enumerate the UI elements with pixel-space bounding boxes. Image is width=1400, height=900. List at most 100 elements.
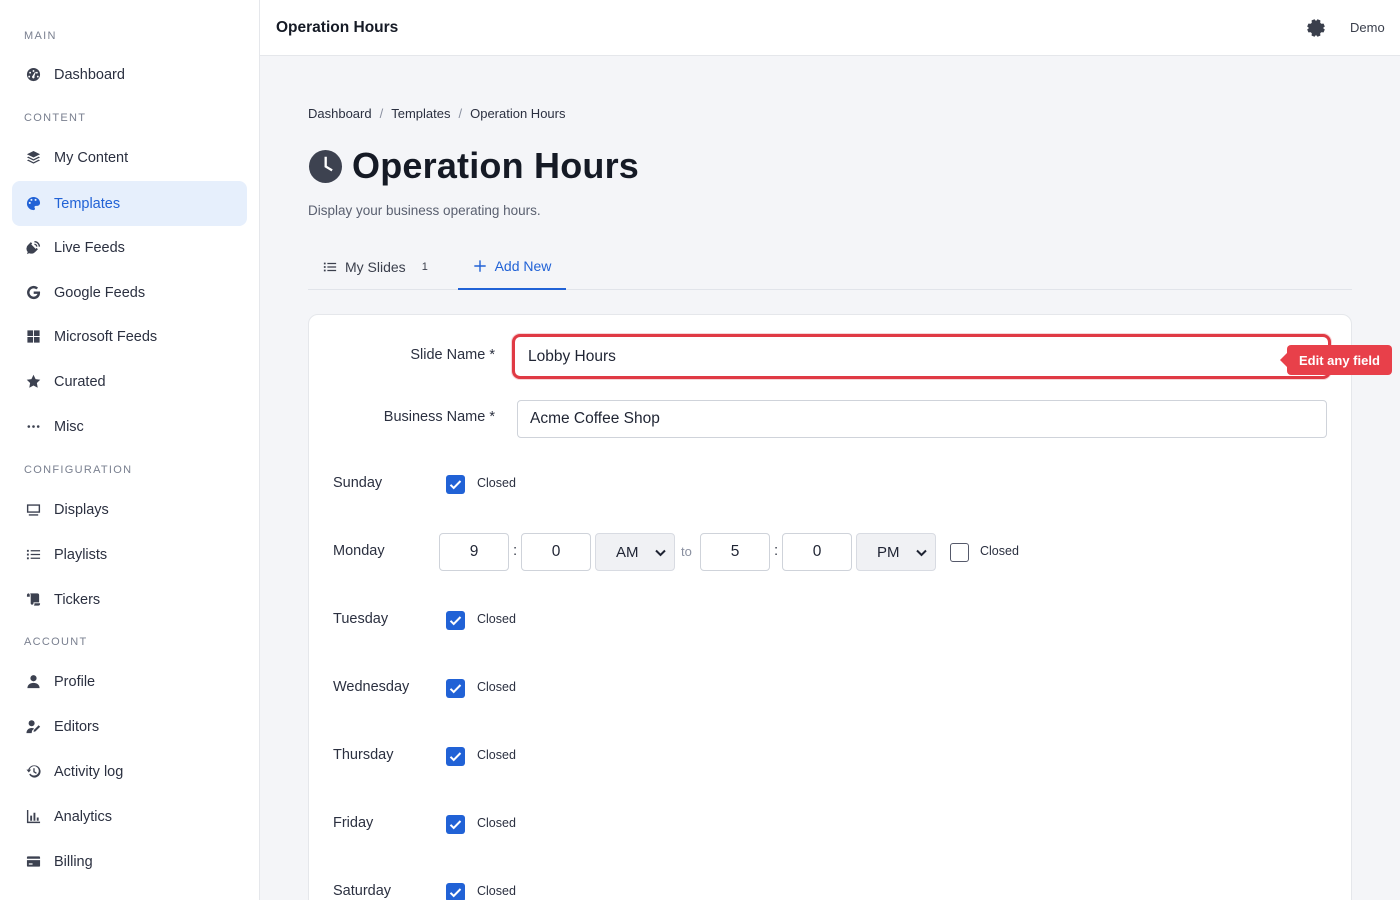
monitor-icon	[24, 501, 42, 519]
wednesday-closed-checkbox[interactable]	[446, 679, 465, 698]
sidebar-item-label: Dashboard	[54, 66, 125, 83]
closed-label: Closed	[477, 476, 516, 490]
dashboard-gauge-icon	[24, 66, 42, 84]
day-label-thursday: Thursday	[333, 747, 394, 763]
sidebar-item-label: Analytics	[54, 808, 113, 825]
sidebar-item-label: Templates	[54, 195, 121, 212]
edit-field-tooltip: Edit any field	[1280, 345, 1392, 375]
sidebar-section-main: MAIN	[24, 30, 57, 42]
sidebar-item-live-feeds[interactable]: Live Feeds	[12, 225, 247, 270]
closed-label: Closed	[980, 544, 1019, 558]
slide-name-input[interactable]	[512, 334, 1331, 379]
sidebar-item-label: Misc	[54, 418, 84, 435]
select-value: PM	[877, 543, 900, 561]
sidebar-item-misc[interactable]: Misc	[12, 404, 247, 449]
star-icon	[24, 373, 42, 391]
monday-closed-checkbox[interactable]	[950, 543, 969, 562]
list-icon	[323, 262, 337, 271]
sidebar-item-templates[interactable]: Templates	[12, 181, 247, 226]
saturday-closed-checkbox[interactable]	[446, 883, 465, 900]
user-edit-icon	[24, 718, 42, 736]
scroll-icon	[24, 591, 42, 609]
sidebar: MAIN Dashboard CONTENT My Content Templa…	[0, 0, 260, 900]
day-label-sunday: Sunday	[333, 475, 383, 491]
gear-icon[interactable]	[1306, 18, 1326, 38]
business-name-input[interactable]	[517, 400, 1327, 438]
day-label-saturday: Saturday	[333, 883, 392, 899]
sidebar-item-my-content[interactable]: My Content	[12, 135, 247, 180]
sidebar-item-label: Editors	[54, 718, 100, 735]
slides-count-badge: 1	[421, 260, 428, 273]
top-bar: Operation Hours Demo	[260, 0, 1400, 56]
closed-label: Closed	[477, 816, 516, 830]
credit-card-icon	[24, 853, 42, 871]
breadcrumb-templates[interactable]: Templates	[391, 106, 450, 121]
sidebar-item-playlists[interactable]: Playlists	[12, 532, 247, 577]
sidebar-item-google-feeds[interactable]: Google Feeds	[12, 270, 247, 315]
page-subtitle: Display your business operating hours.	[308, 203, 541, 218]
monday-close-period-select[interactable]: PM	[856, 533, 936, 571]
closed-label: Closed	[477, 612, 516, 626]
sidebar-item-billing[interactable]: Billing	[12, 839, 247, 884]
tuesday-closed-checkbox[interactable]	[446, 611, 465, 630]
user-menu[interactable]: Demo	[1350, 20, 1385, 35]
sidebar-item-dashboard[interactable]: Dashboard	[12, 52, 247, 97]
thursday-closed-checkbox[interactable]	[446, 747, 465, 766]
clock-icon	[308, 149, 343, 183]
monday-open-period-select[interactable]: AM	[595, 533, 675, 571]
sidebar-item-displays[interactable]: Displays	[12, 487, 247, 532]
check-icon	[449, 752, 462, 762]
monday-close-minute-input[interactable]: 0	[782, 533, 852, 571]
sidebar-item-label: My Content	[54, 149, 129, 166]
history-icon	[24, 763, 42, 781]
tab-label: My Slides	[345, 258, 406, 275]
slide-name-label: Slide Name *	[410, 347, 495, 363]
sunday-closed-checkbox[interactable]	[446, 475, 465, 494]
page-header: Operation Hours	[308, 145, 639, 187]
sidebar-item-label: Google Feeds	[54, 284, 146, 301]
sidebar-item-label: Displays	[54, 501, 109, 518]
day-label-monday: Monday	[333, 543, 385, 559]
sidebar-item-label: Tickers	[54, 591, 101, 608]
monday-open-minute-input[interactable]: 0	[521, 533, 591, 571]
sidebar-item-analytics[interactable]: Analytics	[12, 794, 247, 839]
sidebar-item-label: Billing	[54, 853, 93, 870]
microsoft-icon	[24, 328, 42, 346]
tab-my-slides[interactable]: My Slides 1	[323, 243, 428, 290]
top-bar-title: Operation Hours	[276, 18, 399, 36]
check-icon	[449, 616, 462, 626]
sidebar-item-curated[interactable]: Curated	[12, 359, 247, 404]
sidebar-item-label: Profile	[54, 673, 96, 690]
check-icon	[449, 888, 462, 898]
chart-icon	[24, 808, 42, 826]
breadcrumb-dashboard[interactable]: Dashboard	[308, 106, 372, 121]
tab-add-new[interactable]: Add New	[458, 243, 566, 290]
chevron-down-icon	[655, 549, 666, 557]
plus-icon	[473, 259, 486, 272]
day-label-tuesday: Tuesday	[333, 611, 389, 627]
friday-closed-checkbox[interactable]	[446, 815, 465, 834]
breadcrumb-current: Operation Hours	[470, 106, 566, 121]
day-label-wednesday: Wednesday	[333, 679, 410, 695]
sidebar-item-microsoft-feeds[interactable]: Microsoft Feeds	[12, 314, 247, 359]
check-icon	[449, 684, 462, 694]
sidebar-item-activity-log[interactable]: Activity log	[12, 749, 247, 794]
business-name-label: Business Name *	[383, 409, 495, 425]
time-separator: :	[513, 542, 518, 559]
closed-label: Closed	[477, 748, 516, 762]
sidebar-item-editors[interactable]: Editors	[12, 704, 247, 749]
google-icon	[24, 284, 42, 302]
satellite-dish-icon	[24, 239, 42, 257]
sidebar-item-tickers[interactable]: Tickers	[12, 577, 247, 622]
tab-label: Add New	[494, 257, 552, 274]
sidebar-item-label: Microsoft Feeds	[54, 328, 158, 345]
sidebar-section-configuration: CONFIGURATION	[24, 464, 133, 476]
check-icon	[449, 820, 462, 830]
chevron-down-icon	[916, 549, 927, 557]
sidebar-item-label: Live Feeds	[54, 239, 125, 256]
monday-open-hour-input[interactable]: 9	[439, 533, 509, 571]
monday-close-hour-input[interactable]: 5	[700, 533, 770, 571]
ellipsis-icon	[24, 418, 42, 436]
layers-icon	[24, 149, 42, 167]
sidebar-item-profile[interactable]: Profile	[12, 659, 247, 704]
